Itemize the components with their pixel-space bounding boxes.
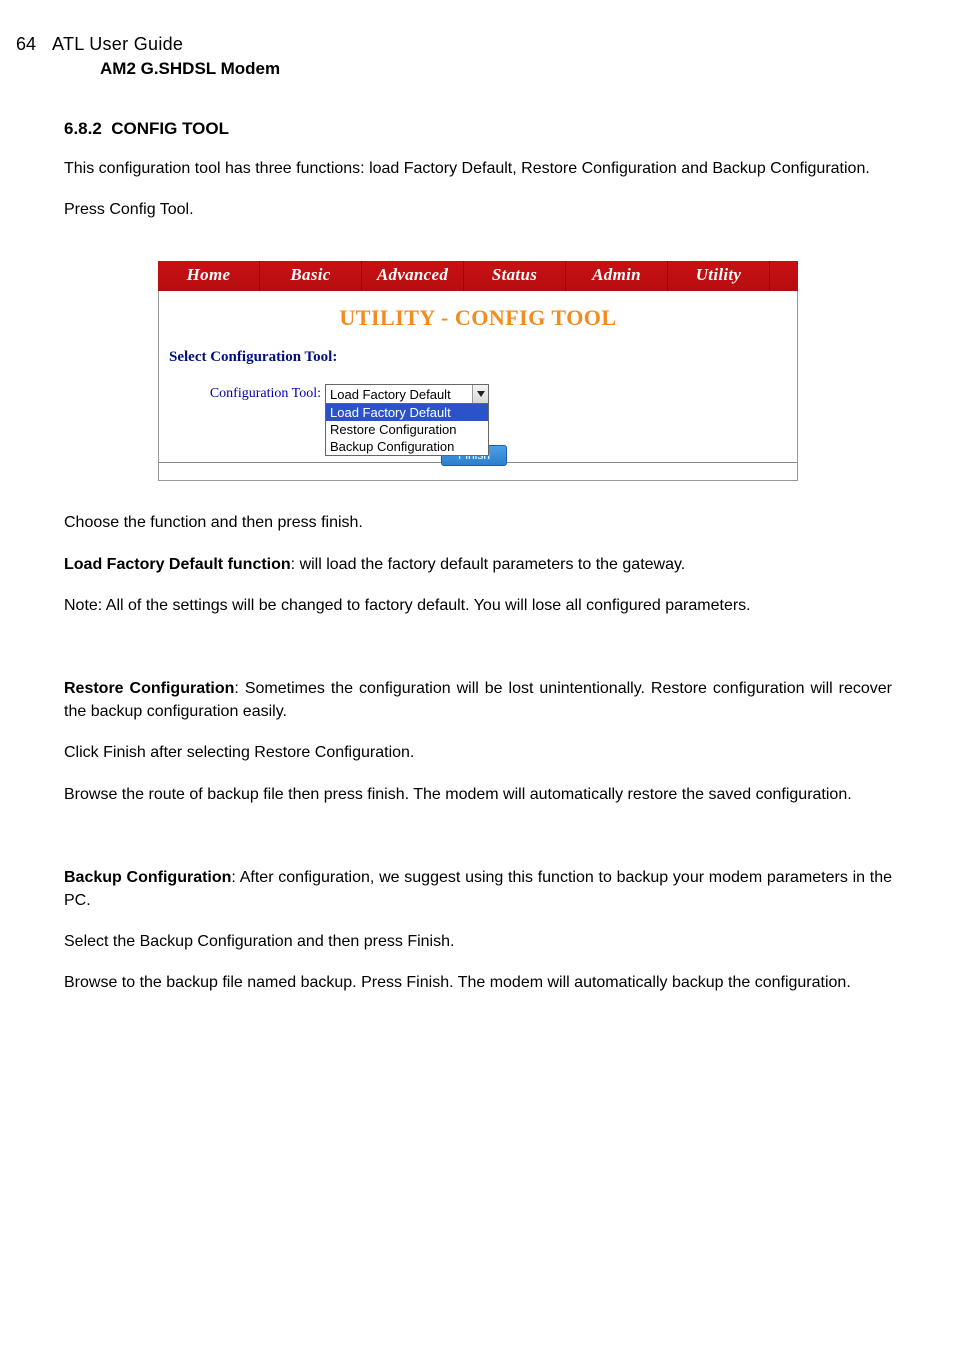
nav-home[interactable]: Home [158, 261, 260, 291]
product-name: AM2 G.SHDSL Modem [52, 59, 892, 79]
config-tool-screenshot: Home Basic Advanced Status Admin Utility… [158, 261, 798, 481]
select-value: Load Factory Default [330, 387, 451, 402]
nav-status[interactable]: Status [464, 261, 566, 291]
restore-browse-line: Browse the route of backup file then pre… [64, 783, 892, 806]
nav-bar: Home Basic Advanced Status Admin Utility [158, 261, 798, 291]
ui-section-label: Select Configuration Tool: [159, 349, 797, 384]
section-heading: 6.8.2 CONFIG TOOL [64, 119, 892, 139]
backup-browse-line: Browse to the backup file named backup. … [64, 971, 892, 994]
intro-paragraph: This configuration tool has three functi… [64, 157, 892, 180]
field-label: Configuration Tool: [207, 384, 325, 402]
doc-title: ATL User Guide [52, 34, 183, 55]
load-factory-label: Load Factory Default function [64, 556, 291, 573]
load-factory-text: : will load the factory default paramete… [291, 556, 686, 573]
backup-label: Backup Configuration [64, 869, 231, 886]
backup-para: Backup Configuration: After configuratio… [64, 866, 892, 912]
option-restore-configuration[interactable]: Restore Configuration [326, 421, 488, 438]
nav-basic[interactable]: Basic [260, 261, 362, 291]
nav-end [770, 261, 798, 291]
section-title: CONFIG TOOL [111, 119, 229, 138]
press-line: Press Config Tool. [64, 198, 892, 221]
option-backup-configuration[interactable]: Backup Configuration [326, 438, 488, 455]
nav-utility[interactable]: Utility [668, 261, 770, 291]
ui-page-title: UTILITY - CONFIG TOOL [159, 305, 797, 331]
restore-click-line: Click Finish after selecting Restore Con… [64, 741, 892, 764]
nav-admin[interactable]: Admin [566, 261, 668, 291]
restore-para: Restore Configuration: Sometimes the con… [64, 677, 892, 723]
note-line: Note: All of the settings will be change… [64, 594, 892, 617]
chevron-down-icon[interactable] [472, 385, 488, 403]
config-tool-select[interactable]: Load Factory Default [325, 384, 489, 404]
load-factory-para: Load Factory Default function: will load… [64, 553, 892, 576]
option-load-factory-default[interactable]: Load Factory Default [326, 404, 488, 421]
choose-line: Choose the function and then press finis… [64, 511, 892, 534]
section-number: 6.8.2 [64, 119, 102, 138]
restore-label: Restore Configuration [64, 680, 234, 697]
dropdown-list: Load Factory Default Restore Configurati… [325, 404, 489, 456]
page-number: 64 [16, 34, 52, 55]
backup-select-line: Select the Backup Configuration and then… [64, 930, 892, 953]
nav-advanced[interactable]: Advanced [362, 261, 464, 291]
